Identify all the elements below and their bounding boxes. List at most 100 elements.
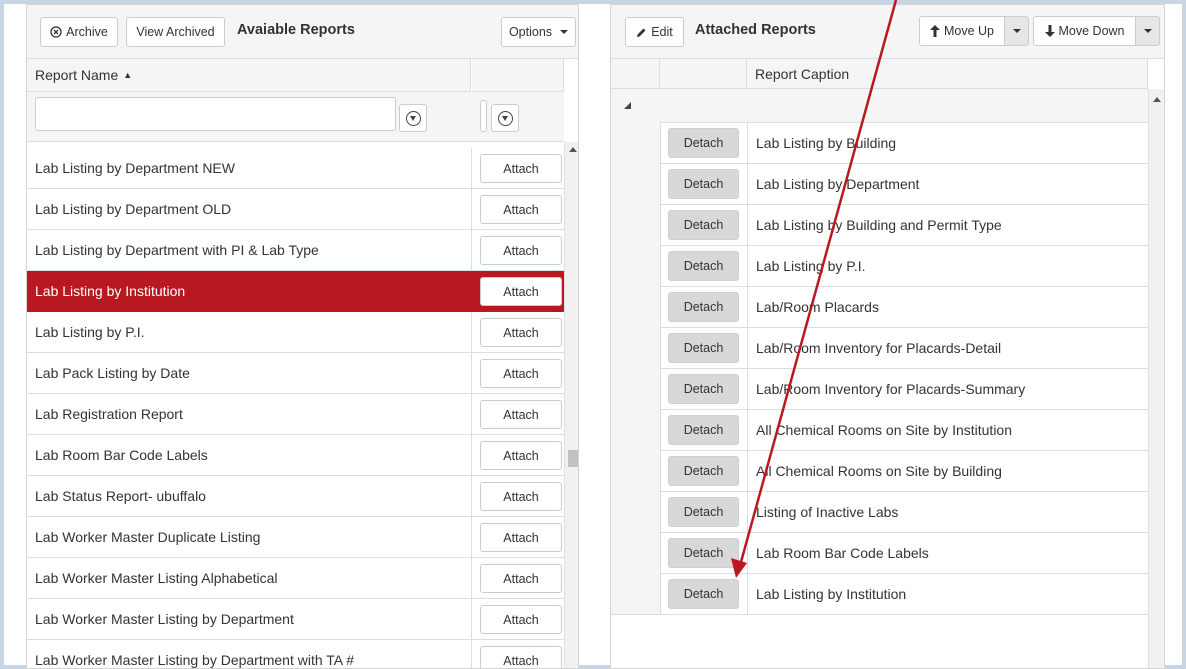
table-row[interactable]: Lab Registration Report Attach — [27, 394, 564, 435]
report-caption: Listing of Inactive Labs — [756, 504, 899, 520]
table-row[interactable]: Lab Listing by Department OLD Attach — [27, 189, 564, 230]
group-indent-cell — [611, 409, 660, 450]
attach-button[interactable]: Attach — [480, 441, 562, 470]
filter-icon — [405, 110, 421, 126]
attach-button[interactable]: Attach — [480, 605, 562, 634]
cell-divider — [747, 164, 748, 204]
cell-divider — [471, 517, 472, 558]
detach-button[interactable]: Detach — [668, 538, 739, 568]
detach-button[interactable]: Detach — [668, 210, 739, 240]
archive-button[interactable]: Archive — [40, 17, 118, 47]
row-cells: Detach Lab Listing by Department — [660, 163, 1148, 204]
cell-divider — [471, 435, 472, 476]
move-up-button[interactable]: Move Up — [919, 16, 1005, 46]
table-row[interactable]: Detach All Chemical Rooms on Site by Buil… — [611, 450, 1148, 491]
report-name: Lab Status Report- ubuffalo — [35, 488, 206, 504]
report-name-filter-input[interactable] — [35, 97, 396, 131]
group-row — [611, 89, 1148, 122]
row-cells: Detach Lab/Room Placards — [660, 286, 1148, 327]
table-row[interactable]: Lab Worker Master Duplicate Listing Attac… — [27, 517, 564, 558]
attach-button[interactable]: Attach — [480, 482, 562, 511]
edit-button[interactable]: Edit — [625, 17, 684, 47]
attach-button[interactable]: Attach — [480, 400, 562, 429]
attach-button[interactable]: Attach — [480, 277, 562, 306]
table-row[interactable]: Lab Pack Listing by Date Attach — [27, 353, 564, 394]
table-row[interactable]: Detach All Chemical Rooms on Site by Inst… — [611, 409, 1148, 450]
available-reports-scrollbar[interactable] — [564, 142, 578, 668]
report-name-column-header[interactable]: Report Name ▲ — [27, 59, 471, 92]
report-caption: All Chemical Rooms on Site by Institutio… — [756, 422, 1012, 438]
table-row[interactable]: Lab Listing by P.I. Attach — [27, 312, 564, 353]
table-row[interactable]: Lab Listing by Institution Attach — [27, 271, 564, 312]
collapse-triangle-icon[interactable] — [624, 102, 631, 109]
move-up-dropdown-toggle[interactable] — [1004, 16, 1029, 46]
attached-reports-scrollbar[interactable] — [1148, 89, 1164, 668]
table-row[interactable]: Detach Lab Listing by P.I. — [611, 245, 1148, 286]
scroll-up-icon[interactable] — [1153, 97, 1161, 102]
detach-button[interactable]: Detach — [668, 415, 739, 445]
table-row[interactable]: Detach Lab/Room Inventory for Placards-Su… — [611, 368, 1148, 409]
table-row[interactable]: Lab Worker Master Listing Alphabetical At… — [27, 558, 564, 599]
detach-button[interactable]: Detach — [668, 251, 739, 281]
table-row[interactable]: Detach Lab/Room Placards — [611, 286, 1148, 327]
view-archived-button[interactable]: View Archived — [126, 17, 225, 47]
table-row[interactable]: Detach Listing of Inactive Labs — [611, 491, 1148, 532]
table-row[interactable]: Detach Lab Listing by Building and Permit… — [611, 204, 1148, 245]
table-row[interactable]: Detach Lab Listing by Institution — [611, 573, 1148, 614]
table-row[interactable]: Detach Lab Listing by Department — [611, 163, 1148, 204]
attached-reports-list: Detach Lab Listing by Building Detach Lab L… — [611, 122, 1148, 614]
report-name: Lab Listing by P.I. — [35, 324, 145, 340]
table-row[interactable]: Detach Lab/Room Inventory for Placards-De… — [611, 327, 1148, 368]
table-row[interactable]: Detach Lab Room Bar Code Labels — [611, 532, 1148, 573]
report-caption: Lab Listing by Building — [756, 135, 897, 151]
cell-divider — [747, 369, 748, 409]
report-caption: Lab Listing by Department — [756, 176, 920, 192]
action-filter-input[interactable] — [480, 100, 487, 132]
table-row[interactable]: Lab Status Report- ubuffalo Attach — [27, 476, 564, 517]
move-up-label: Move Up — [943, 24, 995, 38]
detach-button[interactable]: Detach — [668, 456, 739, 486]
caret-down-icon — [1012, 29, 1021, 33]
attach-button[interactable]: Attach — [480, 359, 562, 388]
attach-button[interactable]: Attach — [480, 195, 562, 224]
table-row[interactable]: Lab Listing by Department with PI & Lab … — [27, 230, 564, 271]
report-name: Lab Worker Master Listing by Department — [35, 611, 294, 627]
report-name: Lab Worker Master Listing by Department … — [35, 652, 355, 668]
report-name-filter-button[interactable] — [399, 104, 427, 132]
cell-divider — [471, 394, 472, 435]
cell-divider — [747, 205, 748, 245]
report-name: Lab Worker Master Listing Alphabetical — [35, 570, 278, 586]
detach-button[interactable]: Detach — [668, 374, 739, 404]
detach-button[interactable]: Detach — [668, 169, 739, 199]
arrow-down-icon — [1044, 25, 1055, 37]
table-row[interactable]: Lab Listing by Department NEW Attach — [27, 148, 564, 189]
attach-button[interactable]: Attach — [480, 236, 562, 265]
attach-button[interactable]: Attach — [480, 154, 562, 183]
attach-button[interactable]: Attach — [480, 646, 562, 668]
options-button[interactable]: Options — [501, 17, 576, 47]
row-cells: Detach All Chemical Rooms on Site by Buil… — [660, 450, 1148, 491]
row-cells: Detach Lab Room Bar Code Labels — [660, 532, 1148, 573]
move-down-button[interactable]: Move Down — [1033, 16, 1136, 46]
table-row[interactable]: Lab Worker Master Listing by Department A… — [27, 599, 564, 640]
options-label: Options — [508, 25, 553, 39]
scrollbar-thumb[interactable] — [568, 450, 578, 467]
table-row[interactable]: Detach Lab Listing by Building — [611, 122, 1148, 163]
move-down-dropdown-toggle[interactable] — [1135, 16, 1160, 46]
scroll-up-icon[interactable] — [569, 147, 577, 152]
detach-button[interactable]: Detach — [668, 128, 739, 158]
table-row[interactable]: Lab Room Bar Code Labels Attach — [27, 435, 564, 476]
group-indent-cell — [611, 491, 660, 532]
detach-button[interactable]: Detach — [668, 333, 739, 363]
attach-button[interactable]: Attach — [480, 523, 562, 552]
attach-button[interactable]: Attach — [480, 318, 562, 347]
attach-button[interactable]: Attach — [480, 564, 562, 593]
report-caption-column-header[interactable]: Report Caption — [747, 59, 1148, 89]
action-filter-button[interactable] — [491, 104, 519, 132]
detach-button[interactable]: Detach — [668, 292, 739, 322]
table-row[interactable]: Lab Worker Master Listing by Department … — [27, 640, 564, 668]
detach-button[interactable]: Detach — [668, 579, 739, 609]
detach-button[interactable]: Detach — [668, 497, 739, 527]
cell-divider — [747, 328, 748, 368]
row-cells: Detach Lab Listing by P.I. — [660, 245, 1148, 286]
